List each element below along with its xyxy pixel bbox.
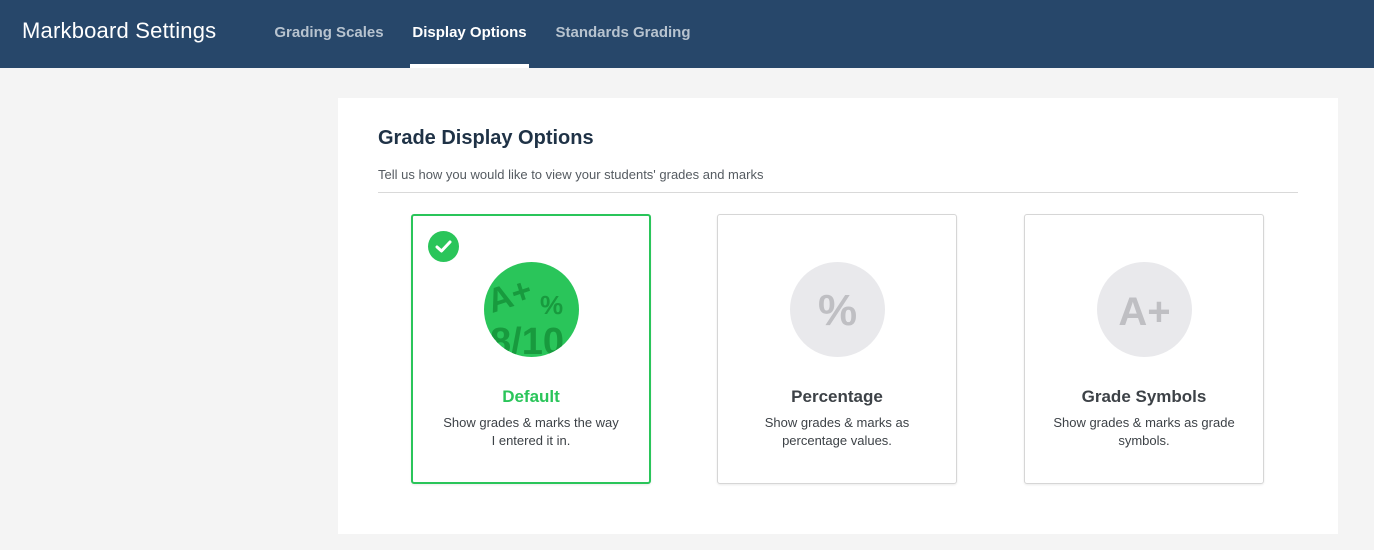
option-title-percentage: Percentage xyxy=(791,387,883,406)
option-description-percentage: Show grades & marks as percentage values… xyxy=(764,415,910,448)
option-card-percentage[interactable]: % Percentage Show grades & marks as perc… xyxy=(717,214,957,484)
top-navigation-bar: Markboard Settings Grading Scales Displa… xyxy=(0,0,1374,68)
mixed-grades-icon-letter: A+ xyxy=(484,271,537,321)
tab-standards-grading[interactable]: Standards Grading xyxy=(546,0,700,68)
grade-symbol-icon-glyph: A+ xyxy=(1118,290,1170,334)
mixed-grades-icon: A+ % 8/10 xyxy=(484,262,579,357)
grade-symbol-icon: A+ xyxy=(1097,262,1192,357)
option-title-default: Default xyxy=(502,387,560,406)
option-card-grade-symbols[interactable]: A+ Grade Symbols Show grades & marks as … xyxy=(1024,214,1264,484)
mixed-grades-icon-percent: % xyxy=(540,290,563,320)
panel-title: Grade Display Options xyxy=(378,127,594,149)
selected-check-icon xyxy=(428,231,459,262)
option-title-grade-symbols: Grade Symbols xyxy=(1081,387,1207,406)
option-description-default: Show grades & marks the way I entered it… xyxy=(443,415,619,448)
option-card-default[interactable]: A+ % 8/10 Default Show grades & marks th… xyxy=(411,214,651,484)
divider xyxy=(378,192,1298,193)
mixed-grades-icon-fraction: 8/10 xyxy=(490,321,564,357)
option-description-grade-symbols: Show grades & marks as grade symbols. xyxy=(1053,415,1235,448)
tab-display-options[interactable]: Display Options xyxy=(410,0,529,68)
tab-grading-scales[interactable]: Grading Scales xyxy=(266,0,392,68)
grade-display-panel: Grade Display Options Tell us how you wo… xyxy=(338,98,1338,534)
percent-icon: % xyxy=(790,262,885,357)
app-title: Markboard Settings xyxy=(22,18,217,43)
percent-icon-glyph: % xyxy=(818,286,857,335)
panel-subtitle: Tell us how you would like to view your … xyxy=(378,167,764,182)
